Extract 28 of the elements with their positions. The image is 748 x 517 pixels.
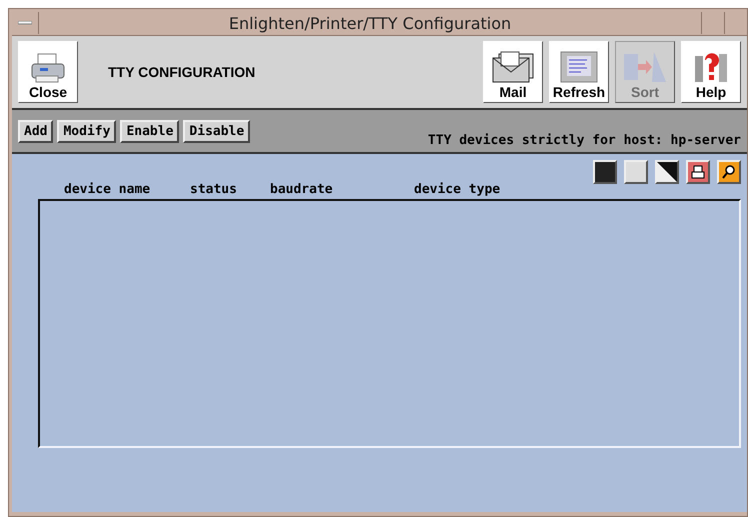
window-title: Enlighten/Printer/TTY Configuration (228, 14, 512, 32)
toolbar-button[interactable]: Mail (483, 41, 543, 103)
view-button[interactable] (593, 160, 617, 184)
host-note: TTY devices strictly for host: hp-server (428, 133, 741, 148)
action-button[interactable]: Add (18, 120, 54, 142)
action-button[interactable]: Disable (183, 120, 250, 142)
printer-icon (688, 162, 708, 182)
view-button[interactable] (655, 160, 679, 184)
view-button[interactable] (624, 160, 648, 184)
column-header: device type (414, 182, 502, 197)
column-header: device name (64, 182, 152, 197)
dark-square-icon (595, 162, 615, 182)
light-square-icon (626, 162, 646, 182)
action-button[interactable]: Enable (120, 120, 180, 142)
bar-icon (18, 21, 32, 25)
magnifier-icon (719, 162, 739, 182)
view-button[interactable] (717, 160, 741, 184)
sort-arrow-icon (622, 50, 668, 84)
toolbar-button[interactable]: Help (681, 41, 741, 103)
column-header: status (190, 182, 238, 197)
document-screen-icon (559, 50, 599, 84)
close-button[interactable]: Close (18, 41, 78, 103)
view-button[interactable] (686, 160, 710, 184)
column-header: baudrate (270, 182, 334, 197)
diagonal-split-icon (657, 162, 677, 182)
toolbar-button[interactable]: Refresh (549, 41, 609, 103)
header-title: TTY CONFIGURATION (108, 64, 256, 80)
action-button[interactable]: Modify (57, 120, 116, 142)
